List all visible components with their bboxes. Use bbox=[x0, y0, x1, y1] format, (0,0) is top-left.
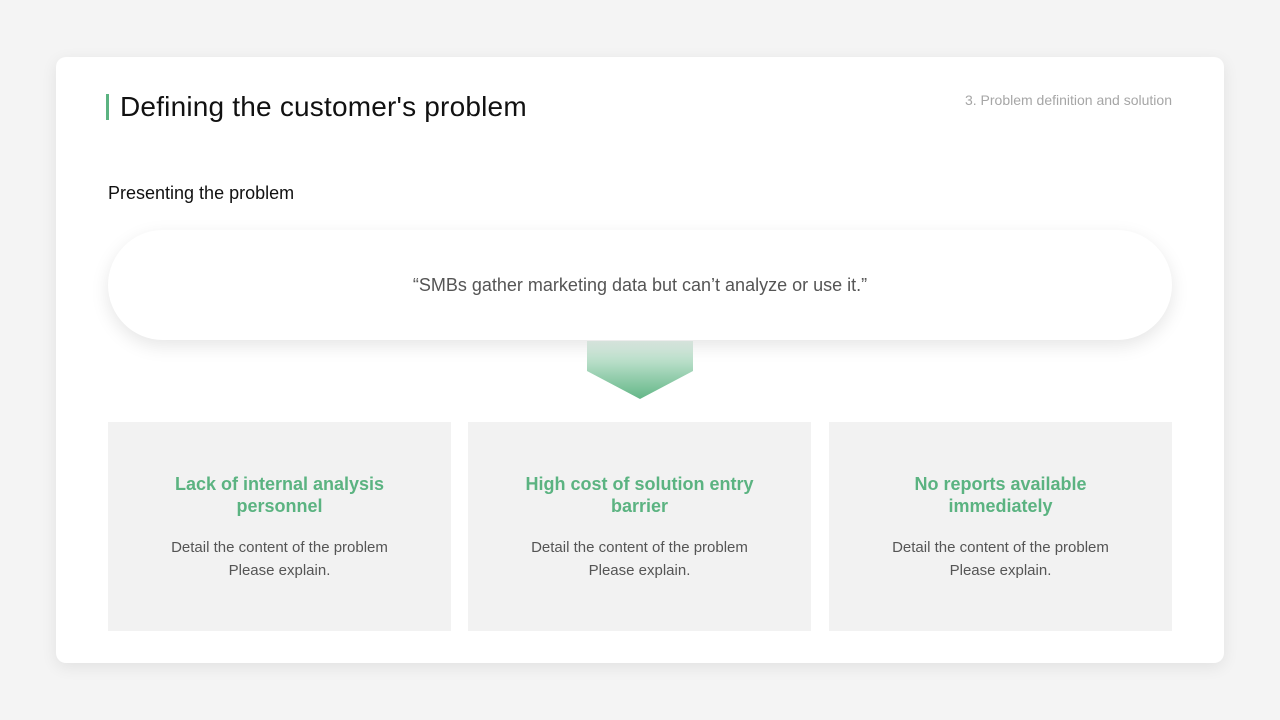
problem-card-title: No reports available immediately bbox=[914, 474, 1087, 516]
section-label: 3. Problem definition and solution bbox=[964, 92, 1172, 108]
problem-card-title: Lack of internal analysis personnel bbox=[174, 474, 385, 516]
description-line: Please explain. bbox=[949, 562, 1052, 579]
title-area: Defining the customer's problem bbox=[106, 89, 527, 125]
section-subtitle: Presenting the problem bbox=[108, 183, 295, 203]
down-arrow-icon bbox=[587, 341, 693, 399]
page-title: Defining the customer's problem bbox=[120, 91, 527, 122]
description-line: Please explain. bbox=[228, 562, 331, 579]
description-line: Detail the content of the problem bbox=[892, 539, 1109, 556]
problem-quote: “SMBs gather marketing data but can’t an… bbox=[412, 274, 868, 295]
problem-card-description: Detail the content of the problem Please… bbox=[829, 536, 1172, 582]
problem-card: No reports available immediately Detail … bbox=[829, 422, 1172, 631]
problem-card-description: Detail the content of the problem Please… bbox=[108, 536, 451, 582]
problem-card-title: High cost of solution entry barrier bbox=[525, 474, 754, 516]
description-line: Detail the content of the problem bbox=[531, 539, 748, 556]
description-line: Please explain. bbox=[588, 562, 691, 579]
title-accent-bar bbox=[106, 94, 109, 120]
problem-card: Lack of internal analysis personnel Deta… bbox=[108, 422, 451, 631]
problem-quote-box: “SMBs gather marketing data but can’t an… bbox=[108, 230, 1172, 340]
problem-card-description: Detail the content of the problem Please… bbox=[468, 536, 811, 582]
slide: Defining the customer's problem 3. Probl… bbox=[56, 57, 1224, 663]
problem-card: High cost of solution entry barrier Deta… bbox=[468, 422, 811, 631]
problem-cards: Lack of internal analysis personnel Deta… bbox=[108, 422, 1172, 631]
description-line: Detail the content of the problem bbox=[171, 539, 388, 556]
